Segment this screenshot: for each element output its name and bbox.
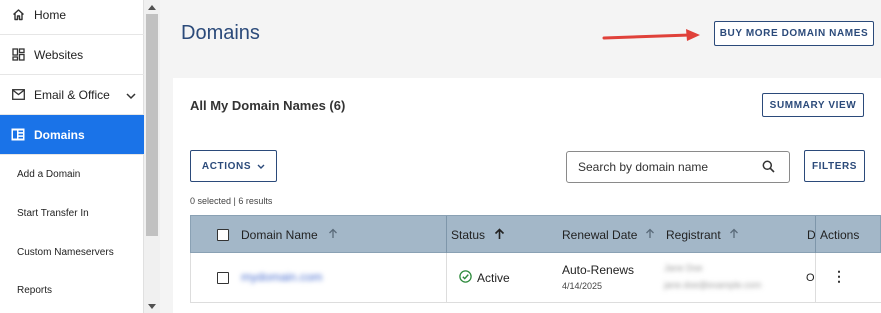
scroll-down-icon[interactable]	[144, 299, 160, 313]
sort-arrow-up-icon[interactable]	[328, 228, 338, 242]
chevron-down-icon[interactable]	[126, 89, 136, 103]
more-actions-icon[interactable]: ⋮	[832, 268, 846, 285]
column-header-label: Actions	[820, 228, 860, 242]
sidebar-subitem-add-domain[interactable]: Add a Domain	[0, 155, 144, 194]
sidebar-subitem-label: Custom Nameservers	[17, 247, 114, 258]
search-icon[interactable]	[762, 160, 775, 176]
row-checkbox[interactable]	[217, 272, 229, 284]
sidebar-subitem-start-transfer[interactable]: Start Transfer In	[0, 194, 144, 233]
actions-button-label: ACTIONS	[201, 160, 252, 172]
column-header-status[interactable]: Status	[451, 216, 505, 254]
home-icon	[11, 8, 25, 22]
column-header-label: Registrant	[666, 228, 721, 242]
column-divider	[446, 253, 447, 303]
search-input[interactable]: Search by domain name	[566, 151, 790, 183]
renewal-label: Auto-Renews	[562, 263, 635, 277]
sidebar-item-label: Email & Office	[34, 87, 110, 102]
sidebar-subitem-label: Start Transfer In	[17, 208, 89, 219]
buy-more-domains-button[interactable]: BUY MORE DOMAIN NAMES	[714, 21, 874, 46]
check-circle-icon	[459, 270, 472, 286]
scroll-up-icon[interactable]	[144, 0, 160, 14]
registrant-email: jane.doe@example.com	[664, 280, 762, 290]
chevron-down-icon	[257, 161, 265, 172]
sort-arrow-up-icon[interactable]	[494, 227, 505, 243]
sidebar-subitem-label: Add a Domain	[17, 169, 81, 180]
truncated-cell: O	[806, 272, 815, 284]
sidebar-subitem-custom-nameservers[interactable]: Custom Nameservers	[0, 233, 144, 272]
websites-icon	[11, 48, 25, 62]
column-divider	[815, 253, 816, 303]
table-header: Domain Name Status Renewal Date Registra…	[190, 215, 881, 254]
domain-name-link[interactable]: mydomain.com	[241, 270, 322, 284]
column-divider	[815, 216, 816, 254]
column-header-label: Renewal Date	[562, 228, 638, 242]
scrollbar-thumb[interactable]	[146, 14, 158, 236]
selection-count: 0 selected | 6 results	[190, 196, 273, 206]
sidebar-item-home[interactable]: Home	[0, 0, 144, 35]
sidebar-item-websites[interactable]: Websites	[0, 35, 144, 75]
sort-arrow-up-icon[interactable]	[645, 228, 655, 242]
column-header-label: Domain Name	[241, 228, 318, 242]
sidebar-item-domains[interactable]: Domains	[0, 115, 144, 155]
sidebar-subitem-label: Reports	[17, 285, 53, 296]
sidebar-subitem-reports[interactable]: Reports	[0, 271, 144, 310]
sidebar: Home Websites Email & Office Domains Add…	[0, 0, 144, 313]
actions-button[interactable]: ACTIONS	[190, 150, 277, 182]
column-header-actions: Actions	[820, 216, 859, 254]
summary-view-button[interactable]: SUMMARY VIEW	[762, 93, 864, 117]
sidebar-item-label: Domains	[34, 127, 85, 142]
column-header-domain-name[interactable]: Domain Name	[241, 216, 338, 254]
card-title: All My Domain Names (6)	[190, 98, 346, 113]
filters-button[interactable]: FILTERS	[804, 150, 865, 182]
search-placeholder: Search by domain name	[578, 160, 709, 174]
domains-icon	[11, 128, 25, 142]
column-header-registrant[interactable]: Registrant	[666, 216, 739, 254]
column-divider	[446, 216, 447, 254]
sidebar-item-email-office[interactable]: Email & Office	[0, 75, 144, 115]
renewal-date: 4/14/2025	[562, 281, 603, 291]
registrant-name: Jane Doe	[664, 263, 703, 273]
sidebar-scrollbar[interactable]	[144, 0, 160, 313]
status-text: Active	[477, 271, 510, 285]
pointer-arrow-icon	[600, 28, 702, 47]
mail-icon	[11, 88, 25, 102]
sidebar-item-label: Websites	[34, 47, 84, 62]
status-badge: Active	[459, 270, 510, 286]
select-all-checkbox[interactable]	[217, 229, 229, 241]
page-title: Domains	[181, 22, 260, 44]
sidebar-item-label: Home	[34, 7, 67, 22]
column-header-renewal-date[interactable]: Renewal Date	[562, 216, 655, 254]
sort-arrow-up-icon[interactable]	[729, 228, 739, 242]
column-header-label: Status	[451, 228, 486, 242]
